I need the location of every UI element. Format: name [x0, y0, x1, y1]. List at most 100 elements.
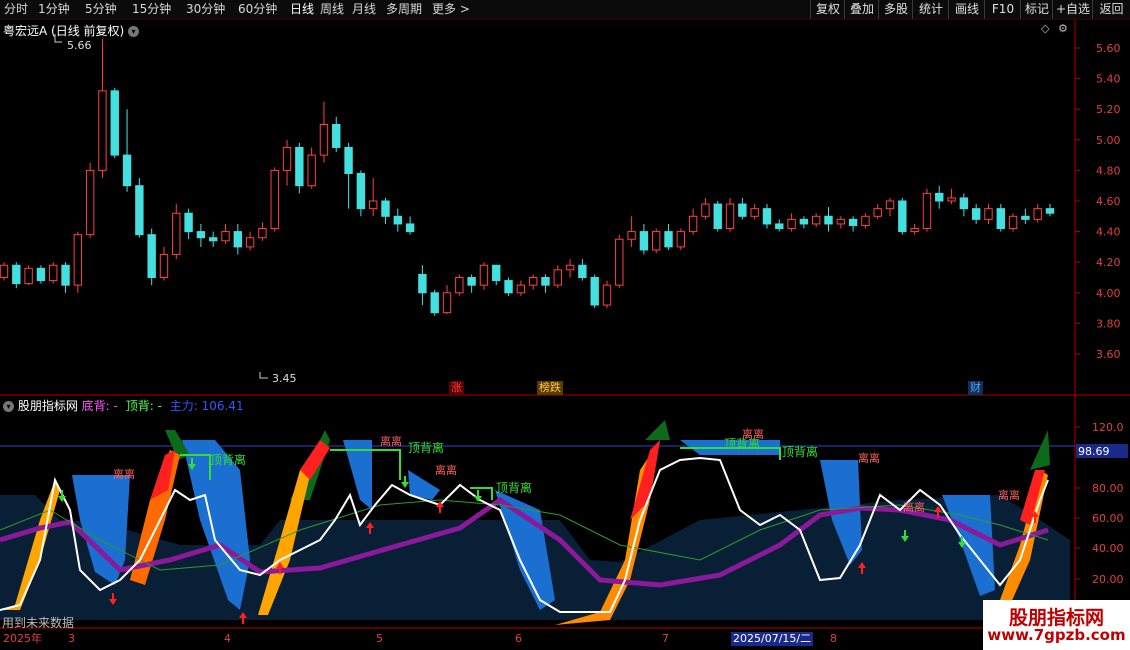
- tab-1min[interactable]: 1分钟: [38, 1, 70, 18]
- candle-body: [393, 215, 402, 225]
- candle-body: [61, 264, 70, 286]
- candle-body: [418, 273, 427, 294]
- add-watchlist-button[interactable]: +自选: [1052, 0, 1093, 19]
- candle-body: [541, 277, 550, 286]
- candle-body: [725, 203, 735, 230]
- candle-body: [184, 212, 193, 233]
- divergence-label-1: 顶背离: [210, 452, 246, 467]
- stock-name: 粤宏远A: [3, 24, 48, 38]
- chart-canvas[interactable]: 5.60 5.40 5.20 5.00 4.80 4.60 4.40 4.20 4.00 3.80…: [0, 20, 1130, 650]
- candle-body: [24, 267, 33, 285]
- candle-body: [221, 231, 230, 242]
- current-value: 98.69: [1078, 445, 1110, 458]
- mark-button[interactable]: 标记: [1020, 0, 1053, 19]
- tab-multi-period[interactable]: 多周期: [386, 1, 422, 18]
- badge-text: 财: [970, 381, 981, 394]
- candle-body: [639, 231, 649, 251]
- candle-body: [135, 185, 144, 236]
- price-tick-label: 5.60: [1096, 42, 1121, 55]
- candle-body: [356, 172, 366, 210]
- candle-body: [590, 277, 599, 306]
- candle-body: [479, 264, 489, 286]
- candle-body: [528, 277, 538, 286]
- overlay-button[interactable]: 叠加: [844, 0, 879, 19]
- price-tick-label: 5.20: [1096, 103, 1121, 116]
- tab-5min[interactable]: 5分钟: [85, 1, 117, 18]
- period-label: (日线 前复权): [51, 24, 125, 38]
- price-tick-label: 4.00: [1096, 287, 1121, 300]
- candle-body: [664, 231, 673, 248]
- candle-body: [787, 218, 796, 230]
- multi-stock-button[interactable]: 多股: [878, 0, 913, 19]
- price-tick-label: 3.80: [1096, 317, 1121, 330]
- tab-more[interactable]: 更多 >: [432, 1, 470, 18]
- sell-mark-5: 离离: [858, 451, 880, 465]
- price-tick-label: 4.80: [1096, 164, 1121, 177]
- low-label: 3.45: [272, 372, 297, 385]
- indicator-tick-label: 60.00: [1092, 512, 1124, 525]
- candle-body: [578, 264, 587, 279]
- sell-mark-1: 离离: [113, 467, 135, 481]
- low-marker: [259, 372, 268, 379]
- tab-monthly[interactable]: 月线: [352, 1, 376, 18]
- settings-icon[interactable]: ⚙: [1058, 22, 1068, 35]
- green-zone-4: [1030, 430, 1050, 470]
- badge-text: 涨: [451, 381, 462, 394]
- price-tick-label: 4.40: [1096, 226, 1121, 239]
- candle-body: [910, 228, 919, 233]
- tab-weekly[interactable]: 周线: [320, 1, 344, 18]
- candle-body: [12, 264, 21, 285]
- legend-top-divergence: 顶背: -: [125, 399, 162, 413]
- sell-arrow-icon: [401, 476, 409, 488]
- candle-body: [627, 231, 636, 240]
- candle-body: [209, 237, 218, 242]
- date-label: 4: [224, 632, 231, 645]
- candle-body: [959, 197, 969, 210]
- candle-body: [553, 269, 562, 286]
- sell-mark-4: 离离: [742, 427, 764, 441]
- event-badge-list[interactable]: 榜跌: [537, 381, 563, 395]
- tab-daily[interactable]: 日线: [290, 1, 314, 18]
- f10-button[interactable]: F10: [984, 0, 1021, 19]
- candle-body: [73, 234, 83, 286]
- divergence-label-2: 顶背离: [408, 440, 444, 455]
- candle-body: [848, 218, 858, 226]
- adjust-button[interactable]: 复权: [810, 0, 845, 19]
- candle-body: [1033, 208, 1042, 220]
- candle-body: [799, 218, 809, 225]
- candle-body: [85, 169, 95, 236]
- candle-body: [762, 208, 772, 225]
- candle-body: [873, 208, 882, 217]
- candle-body: [701, 203, 710, 217]
- indicator-tick-label: 40.00: [1092, 542, 1124, 555]
- date-label: 6: [515, 632, 522, 645]
- draw-line-button[interactable]: 画线: [948, 0, 985, 19]
- candle-body: [602, 284, 612, 306]
- candle-body: [196, 231, 206, 239]
- statistics-button[interactable]: 统计: [912, 0, 949, 19]
- divergence-label-5: 顶背离: [782, 444, 818, 459]
- diamond-icon[interactable]: ◇: [1041, 22, 1049, 35]
- chevron-down-icon[interactable]: ▾: [128, 26, 140, 37]
- candle-body: [775, 223, 784, 230]
- cursor-date: 2025/07/15/二: [731, 632, 814, 646]
- legend-bottom-divergence: 底背: -: [81, 399, 118, 413]
- back-button[interactable]: 返回: [1092, 0, 1130, 19]
- divergence-label-3: 顶背离: [496, 480, 532, 495]
- event-badge-limit-up[interactable]: 涨: [449, 381, 464, 395]
- tab-30min[interactable]: 30分钟: [186, 1, 225, 18]
- chevron-down-icon[interactable]: ▾: [3, 401, 14, 412]
- event-badge-finance[interactable]: 财: [968, 381, 983, 395]
- green-zone-3: [645, 420, 670, 440]
- candle-body: [258, 228, 267, 239]
- candle-body: [467, 277, 476, 286]
- date-label: 2025年: [3, 632, 42, 645]
- sell-mark-7: 离离: [998, 488, 1020, 502]
- candle-body: [492, 264, 501, 282]
- tab-15min[interactable]: 15分钟: [132, 1, 171, 18]
- tab-60min[interactable]: 60分钟: [238, 1, 277, 18]
- indicator-name: 股朋指标网: [17, 399, 78, 413]
- tab-timeshare[interactable]: 分时: [4, 1, 28, 18]
- candle-body: [110, 90, 119, 156]
- price-tick-label: 4.20: [1096, 256, 1121, 269]
